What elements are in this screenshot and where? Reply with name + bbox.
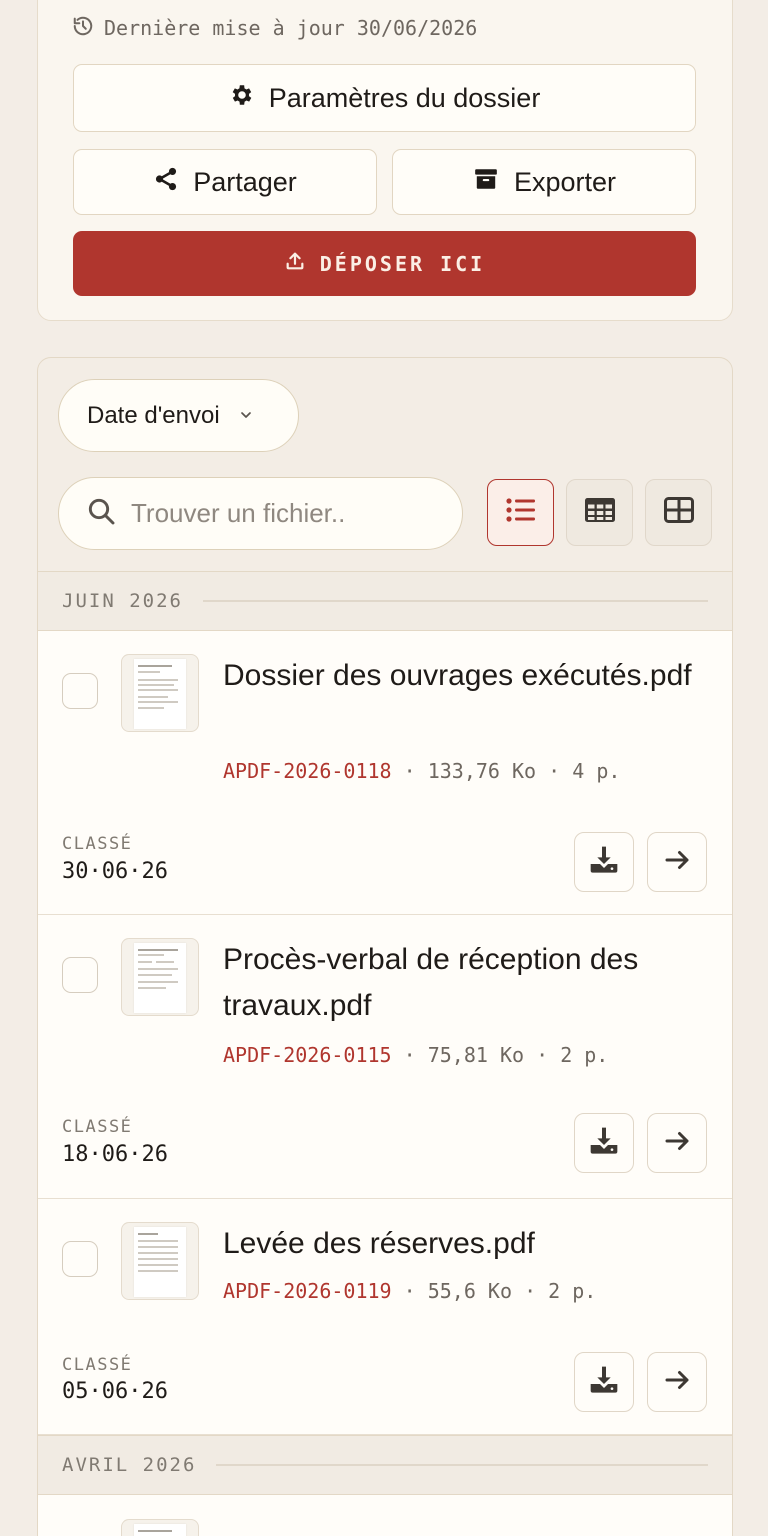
upload-button[interactable]: DÉPOSER ICI	[73, 231, 696, 296]
meta-separator: ·	[548, 759, 573, 783]
file-checkbox[interactable]	[62, 1241, 98, 1277]
arrow-right-icon	[662, 1126, 692, 1161]
file-checkbox[interactable]	[62, 957, 98, 993]
file-reference: APDF-2026-0115	[223, 1043, 392, 1067]
search-input[interactable]	[131, 498, 431, 529]
table-view-button[interactable]	[566, 479, 633, 546]
classed-label: CLASSÉ	[62, 1117, 133, 1137]
folder-settings-button[interactable]: Paramètres du dossier	[73, 64, 696, 132]
file-pages: 2 p.	[548, 1279, 597, 1303]
file-thumbnail	[121, 1519, 199, 1536]
file-name[interactable]: Levée des réserves.pdf	[223, 1221, 703, 1267]
file-pages: 4 p.	[572, 759, 621, 783]
meta-separator: ·	[403, 1279, 428, 1303]
file-thumbnail	[121, 1222, 199, 1300]
meta-separator: ·	[403, 1043, 428, 1067]
download-icon	[588, 1364, 620, 1401]
arrow-right-icon	[662, 845, 692, 880]
meta-separator: ·	[524, 1279, 549, 1303]
file-size: 55,6 Ko	[427, 1279, 513, 1303]
sort-dropdown[interactable]: Date d'envoi	[58, 379, 299, 452]
search-icon	[85, 495, 117, 532]
download-button[interactable]	[574, 832, 634, 892]
grid-icon	[663, 496, 695, 529]
last-updated: Dernière mise à jour 30/06/2026	[72, 16, 477, 40]
file-reference: APDF-2026-0119	[223, 1279, 392, 1303]
file-name[interactable]: Dossier des ouvrages exécutés.pdf	[223, 653, 703, 699]
file-thumbnail	[121, 654, 199, 732]
file-row[interactable]	[38, 1495, 732, 1536]
share-icon	[153, 166, 179, 199]
file-name[interactable]: Procès-verbal de réception des travaux.p…	[223, 937, 703, 1029]
grid-view-button[interactable]	[645, 479, 712, 546]
section-divider	[202, 600, 708, 602]
upload-icon	[284, 250, 306, 277]
open-button[interactable]	[647, 1113, 707, 1173]
classed-label: CLASSÉ	[62, 1355, 133, 1375]
section-header: JUIN 2026	[38, 571, 732, 631]
chevron-down-icon	[238, 402, 254, 430]
section-label: JUIN 2026	[62, 590, 183, 612]
upload-label: DÉPOSER ICI	[319, 251, 486, 276]
export-button[interactable]: Exporter	[392, 149, 696, 215]
classed-label: CLASSÉ	[62, 834, 133, 854]
file-size: 133,76 Ko	[427, 759, 537, 783]
share-button[interactable]: Partager	[73, 149, 377, 215]
download-icon	[588, 844, 620, 881]
meta-separator: ·	[403, 759, 428, 783]
export-label: Exporter	[513, 166, 617, 197]
search-bar	[58, 477, 463, 550]
arrow-right-icon	[662, 1365, 692, 1400]
file-pages: 2 p.	[560, 1043, 609, 1067]
file-meta: APDF-2026-0115 · 75,81 Ko · 2 p.	[223, 1043, 608, 1067]
file-row[interactable]: Procès-verbal de réception des travaux.p…	[38, 915, 732, 1199]
file-meta: APDF-2026-0119 · 55,6 Ko · 2 p.	[223, 1279, 596, 1303]
file-row[interactable]: Dossier des ouvrages exécutés.pdf APDF-2…	[38, 631, 732, 915]
open-button[interactable]	[647, 1352, 707, 1412]
section-header: AVRIL 2026	[38, 1435, 732, 1495]
file-thumbnail	[121, 938, 199, 1016]
table-icon	[584, 496, 616, 529]
download-button[interactable]	[574, 1113, 634, 1173]
download-button[interactable]	[574, 1352, 634, 1412]
download-icon	[588, 1125, 620, 1162]
list-icon	[505, 496, 537, 529]
archive-icon	[472, 166, 500, 199]
section-label: AVRIL 2026	[62, 1454, 197, 1476]
file-meta: APDF-2026-0118 · 133,76 Ko · 4 p.	[223, 759, 620, 783]
folder-settings-label: Paramètres du dossier	[268, 82, 541, 113]
classed-date: 30·06·26	[62, 859, 168, 884]
sort-label: Date d'envoi	[87, 401, 220, 429]
classed-date: 05·06·26	[62, 1379, 168, 1404]
file-size: 75,81 Ko	[427, 1043, 525, 1067]
open-button[interactable]	[647, 832, 707, 892]
classed-date: 18·06·26	[62, 1142, 168, 1167]
meta-separator: ·	[536, 1043, 561, 1067]
share-label: Partager	[193, 166, 297, 197]
file-reference: APDF-2026-0118	[223, 759, 392, 783]
file-row[interactable]: Levée des réserves.pdf APDF-2026-0119 · …	[38, 1199, 732, 1435]
section-divider	[216, 1464, 708, 1466]
history-icon	[72, 15, 94, 42]
gear-icon	[229, 82, 255, 115]
list-view-button[interactable]	[487, 479, 554, 546]
file-checkbox[interactable]	[62, 673, 98, 709]
last-updated-text: Dernière mise à jour 30/06/2026	[104, 16, 478, 40]
